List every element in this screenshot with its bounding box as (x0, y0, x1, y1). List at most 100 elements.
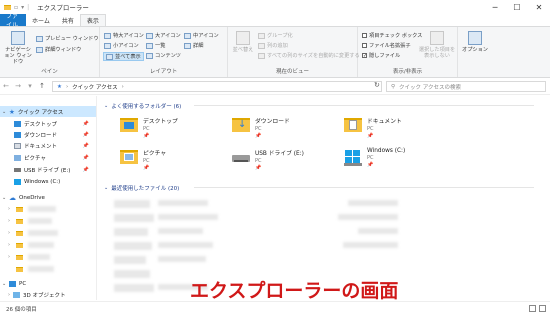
blurred-item (114, 242, 152, 250)
layout-tiles[interactable]: 並べて表示 (103, 52, 144, 61)
pin-icon: 📌 (143, 133, 150, 139)
blurred-item (158, 242, 213, 248)
sort-button[interactable]: 並べ替え (231, 31, 255, 53)
tile-documents[interactable]: ドキュメント PC 📌 (344, 116, 464, 142)
save-icon[interactable]: ▫ (14, 4, 18, 11)
tile-windows-c[interactable]: Windows (C:) PC 📌 (344, 148, 464, 174)
checkbox[interactable] (362, 33, 367, 38)
nav-item-pictures[interactable]: ピクチャ 📌 (0, 152, 96, 163)
pc-icon (9, 280, 16, 287)
pin-icon: 📌 (82, 131, 89, 138)
chevron-right-icon: › (121, 83, 124, 90)
cube-icon (13, 291, 20, 298)
chevron-right-icon: › (65, 83, 69, 90)
chevron-down-icon[interactable]: ⌄ (0, 281, 6, 287)
checkbox-item-check[interactable]: 項目チェック ボックス (362, 32, 422, 39)
nav-item-documents[interactable]: ドキュメント 📌 (0, 140, 96, 151)
nav-item-usb[interactable]: USB ドライブ (E:) 📌 (0, 164, 96, 175)
layout-small[interactable]: 小アイコン (104, 42, 139, 49)
breadcrumb[interactable]: クイック アクセス (72, 83, 117, 91)
star-icon: ★ (9, 107, 15, 116)
nav-quick-access[interactable]: ⌄ ★ クイック アクセス (0, 106, 96, 117)
nav-item-windows-c[interactable]: Windows (C:) (0, 176, 96, 187)
maximize-button[interactable]: ☐ (506, 0, 528, 14)
minimize-button[interactable]: ─ (484, 0, 506, 14)
chevron-right-icon[interactable]: › (8, 242, 10, 248)
folder-icon (16, 207, 23, 212)
section-recent[interactable]: ⌄ 最近使用したファイル (20) (104, 184, 544, 192)
large-icon (146, 32, 153, 39)
blurred-item (114, 214, 154, 222)
nav-item-downloads[interactable]: ダウンロード 📌 (0, 129, 96, 140)
search-input[interactable]: ⚲ クイック アクセスの検索 (386, 81, 546, 92)
tile-pictures[interactable]: ピクチャ PC 📌 (120, 148, 240, 174)
fit-columns-button[interactable]: すべての列のサイズを自動的に変更する (258, 52, 360, 59)
chevron-right-icon[interactable]: › (8, 206, 10, 212)
nav-pc[interactable]: ⌄ PC (0, 278, 96, 289)
layout-medium[interactable]: 中アイコン (184, 32, 219, 39)
details-view-button[interactable] (529, 305, 536, 312)
pin-icon: 📌 (82, 154, 89, 161)
details-pane-button[interactable]: 詳細ウィンドウ (36, 46, 81, 53)
layout-detail[interactable]: 詳細 (184, 42, 203, 49)
refresh-button[interactable]: ↻ (374, 81, 380, 89)
nav-onedrive[interactable]: ⌄ ☁ OneDrive (0, 192, 96, 203)
addcol-button[interactable]: 列の追加 (258, 42, 288, 49)
chevron-right-icon[interactable]: › (8, 230, 10, 236)
layout-list[interactable]: 一覧 (146, 42, 165, 49)
groupby-button[interactable]: グループ化 (258, 32, 293, 39)
nav-3d-objects[interactable]: › 3D オブジェクト (0, 289, 96, 300)
options-button[interactable]: オプション (462, 31, 488, 53)
address-field[interactable]: ★ › クイック アクセス › (52, 81, 382, 92)
recent-dropdown[interactable]: ▾ (24, 82, 36, 90)
nav-pane-button[interactable]: ナビゲーション ウィンドウ (3, 31, 33, 65)
layout-large[interactable]: 大アイコン (146, 32, 181, 39)
chevron-down-icon[interactable]: ⌄ (104, 185, 108, 191)
section-frequent[interactable]: ⌄ よく使用するフォルダー (6) (104, 102, 544, 110)
blurred-item (28, 230, 58, 236)
picture-icon (14, 154, 21, 161)
pin-icon: 📌 (255, 165, 262, 171)
chevron-down-icon[interactable]: ⌄ (0, 109, 6, 115)
folder-icon (16, 267, 23, 272)
back-button[interactable]: ← (0, 82, 12, 90)
up-button[interactable]: ↑ (36, 82, 48, 90)
current-view-group: 並べ替え グループ化 列の追加 すべての列のサイズを自動的に変更する 現在のビュ… (228, 27, 360, 77)
fit-columns-icon (258, 52, 265, 59)
close-button[interactable]: ✕ (528, 0, 550, 14)
checkbox[interactable] (362, 43, 367, 48)
desktop-folder-icon (120, 116, 138, 134)
preview-pane-button[interactable]: プレビュー ウィンドウ (36, 35, 99, 42)
tab-view[interactable]: 表示 (79, 14, 106, 26)
folder-icon (4, 4, 11, 10)
chevron-down-icon[interactable]: ⌄ (0, 195, 6, 201)
tile-usb-drive[interactable]: USB ドライブ (E:) PC 📌 (232, 148, 352, 174)
detail-icon (184, 42, 191, 49)
hide-selected-button[interactable]: 選択した項目を表示しない (418, 31, 456, 59)
nav-item-desktop[interactable]: デスクトップ 📌 (0, 118, 96, 129)
separator: | (27, 3, 30, 11)
dropdown-icon[interactable]: ▾ (21, 4, 24, 11)
desktop-icon (14, 120, 21, 127)
divider (194, 187, 534, 188)
chevron-right-icon[interactable]: › (8, 292, 10, 298)
usb-drive-icon (232, 148, 250, 166)
chevron-down-icon[interactable]: ⌄ (104, 103, 108, 109)
forward-button[interactable]: → (12, 82, 24, 90)
cloud-icon: ☁ (9, 193, 16, 202)
checkbox-extensions[interactable]: ファイル名拡張子 (362, 42, 411, 49)
tab-home[interactable]: ホーム (26, 14, 56, 26)
downloads-folder-icon: ↓ (232, 116, 250, 134)
chevron-right-icon[interactable]: › (8, 254, 10, 260)
tab-file[interactable]: ファイル (0, 13, 26, 29)
layout-xlarge[interactable]: 特大アイコン (104, 32, 144, 39)
tab-share[interactable]: 共有 (56, 14, 80, 26)
chevron-right-icon[interactable]: › (8, 218, 10, 224)
checkbox-hidden-files[interactable]: ✓ 隠しファイル (362, 52, 400, 59)
large-icons-view-button[interactable] (539, 305, 546, 312)
layout-content[interactable]: コンテンツ (146, 52, 181, 59)
checkbox-checked[interactable]: ✓ (362, 53, 367, 59)
tile-downloads[interactable]: ↓ ダウンロード PC 📌 (232, 116, 352, 142)
blurred-item (158, 214, 218, 220)
tile-desktop[interactable]: デスクトップ PC 📌 (120, 116, 240, 142)
